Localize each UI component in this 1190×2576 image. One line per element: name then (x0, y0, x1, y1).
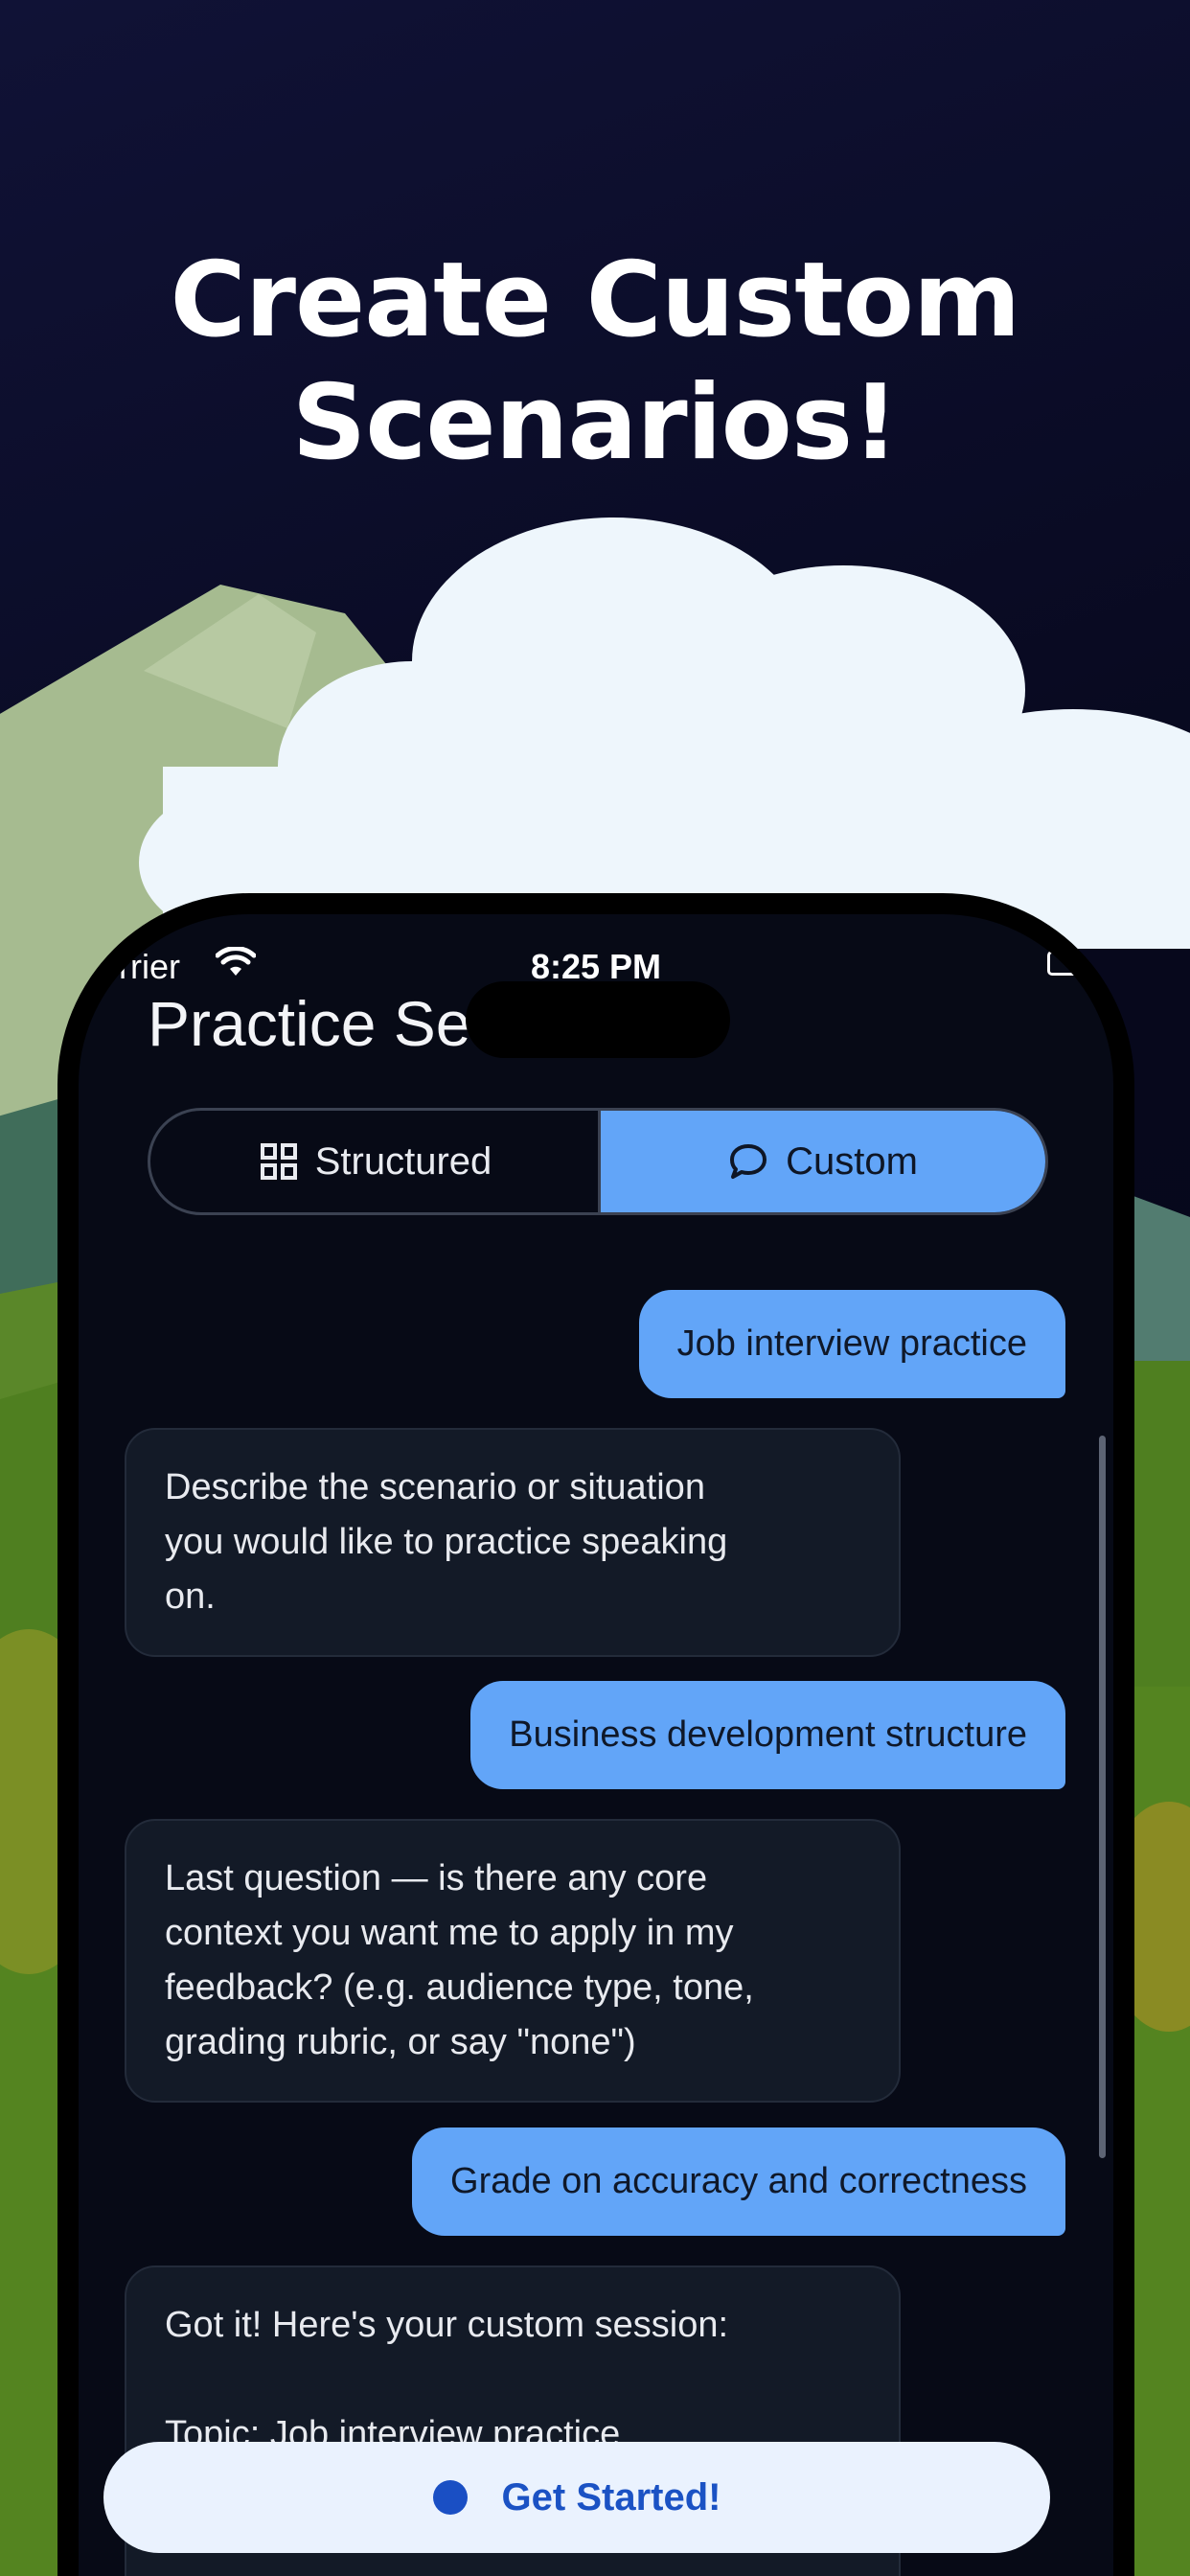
tab-custom-label: Custom (786, 1139, 918, 1183)
tab-structured[interactable]: Structured (150, 1111, 601, 1212)
tab-custom[interactable]: Custom (598, 1111, 1045, 1212)
message-line: Last question — is there any core (165, 1858, 708, 1898)
user-message: Grade on accuracy and correctness (412, 2128, 1065, 2236)
assistant-message: Last question — is there any core contex… (125, 1819, 901, 2103)
user-message: Job interview practice (638, 1290, 1065, 1398)
page-title: Practice Se (148, 988, 471, 1059)
chat-scrollbar[interactable] (1099, 1436, 1106, 2158)
message-line: on. (165, 1576, 216, 1617)
dynamic-island (466, 981, 730, 1058)
message-line: Describe the scenario or situation (165, 1467, 705, 1507)
grid-icon (260, 1143, 297, 1180)
assistant-message: Describe the scenario or situation you w… (125, 1428, 901, 1657)
message-line (165, 2353, 860, 2407)
message-line: Got it! Here's your custom session: (165, 2305, 729, 2345)
get-started-button[interactable]: Get Started! (103, 2442, 1050, 2553)
headline: Create Custom Scenarios! (0, 240, 1190, 485)
tab-structured-label: Structured (314, 1139, 492, 1183)
headline-line-1: Create Custom (170, 241, 1021, 360)
mode-toggle: Structured Custom (148, 1108, 1048, 1215)
headline-line-2: Scenarios! (291, 363, 900, 483)
phone-screen: rrier 8:25 PM Practice Se Structured Cus… (79, 914, 1113, 2576)
message-line: feedback? (e.g. audience type, tone, (165, 1967, 754, 2008)
message-line: grading rubric, or say "none") (165, 2022, 636, 2062)
battery-icon (1047, 951, 1079, 976)
user-message: Business development structure (470, 1681, 1065, 1789)
message-line: you would like to practice speaking (165, 1522, 728, 1562)
cloud (139, 518, 1190, 949)
loading-dot-icon (432, 2480, 468, 2515)
get-started-label: Get Started! (501, 2475, 721, 2518)
message-line: context you want me to apply in my (165, 1913, 734, 1953)
phone-frame: rrier 8:25 PM Practice Se Structured Cus… (57, 893, 1134, 2576)
chat-bubble-icon (730, 1144, 767, 1179)
marketing-screen: Create Custom Scenarios! rrier 8:25 PM P… (0, 0, 1190, 2576)
